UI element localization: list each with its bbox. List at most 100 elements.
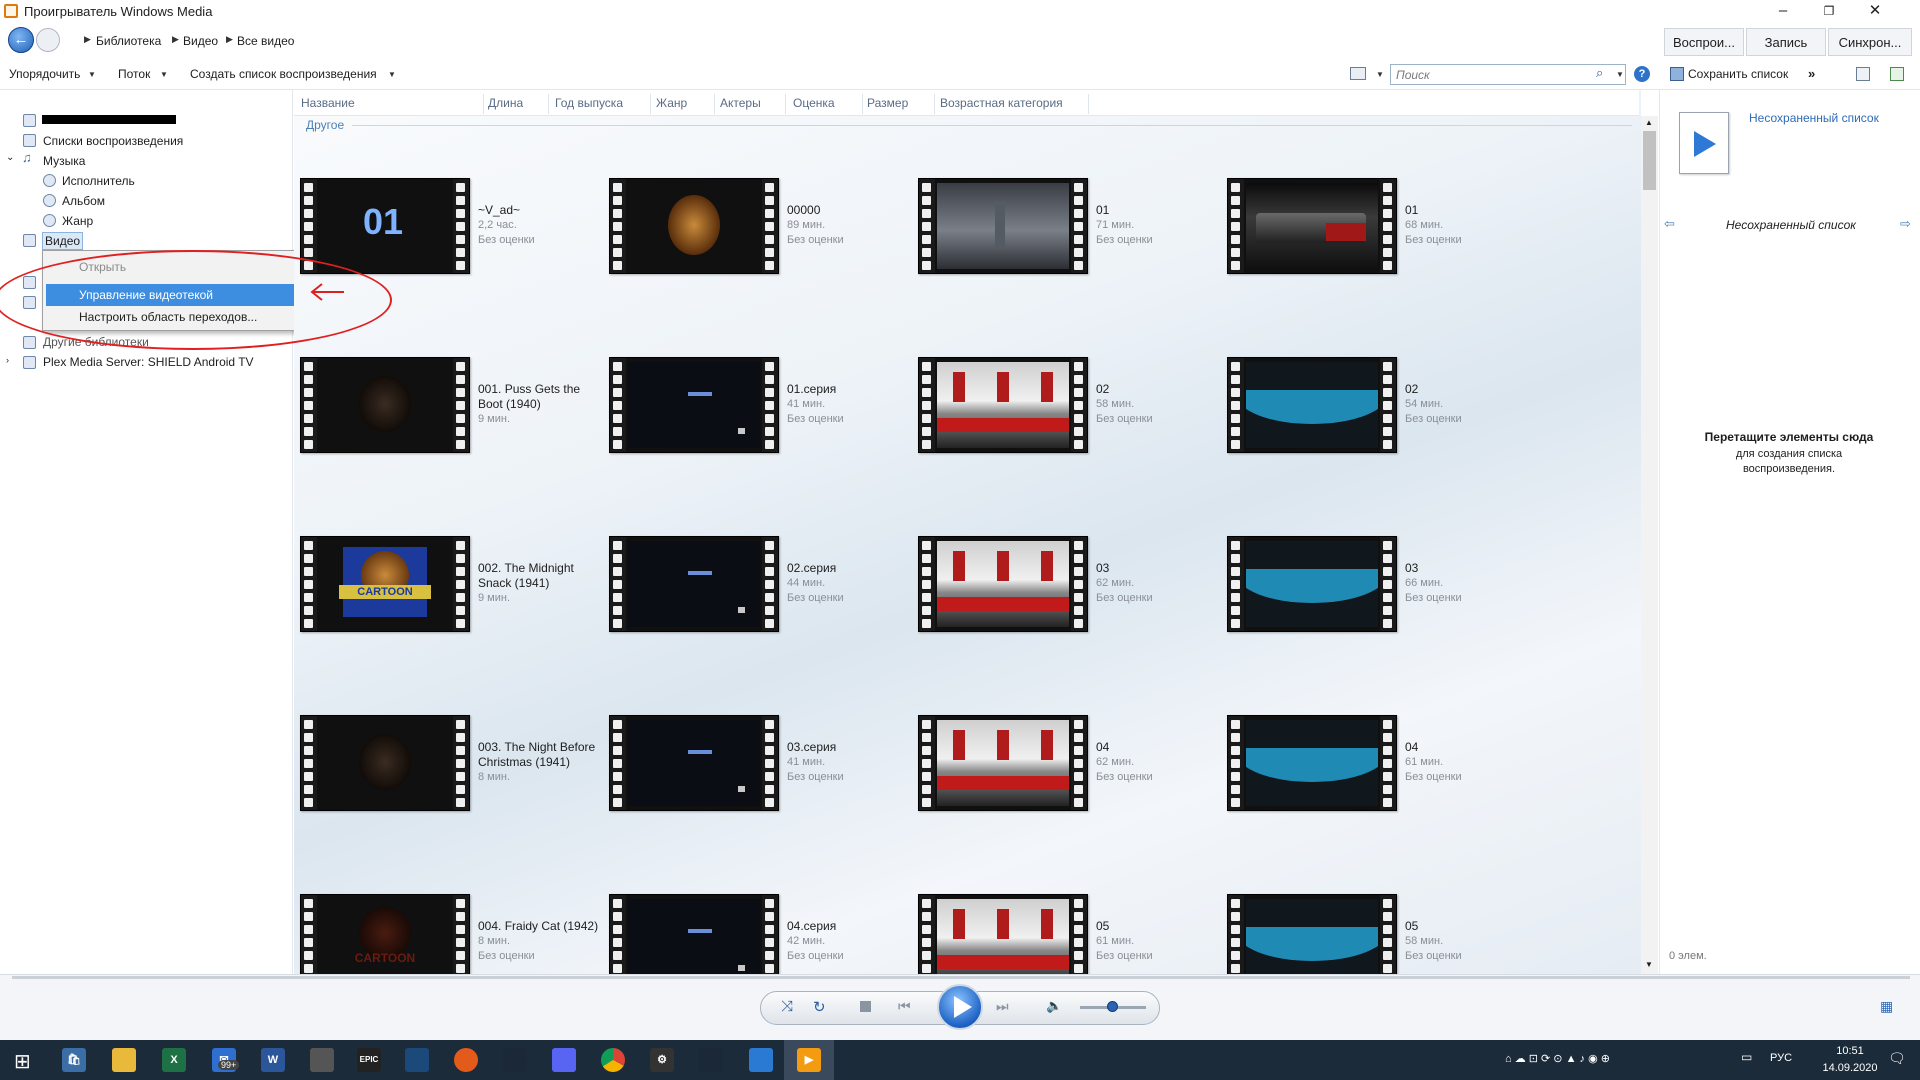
video-title[interactable]: 04 — [1405, 740, 1535, 755]
video-thumbnail[interactable]: 01 — [300, 178, 470, 274]
next-list-icon[interactable]: ⇨ — [1900, 216, 1911, 232]
video-rating[interactable]: Без оценки — [1096, 949, 1226, 964]
video-info[interactable]: 004. Fraidy Cat (1942) 8 мин. Без оценки — [478, 919, 608, 964]
store-icon[interactable]: 🛍 — [62, 1048, 86, 1072]
nav-plex-server[interactable]: Plex Media Server: SHIELD Android TV — [43, 355, 254, 369]
column-size[interactable]: Размер — [867, 96, 908, 110]
video-thumbnail[interactable] — [1227, 715, 1397, 811]
nav-album[interactable]: Альбом — [62, 194, 105, 208]
video-thumbnail[interactable] — [609, 715, 779, 811]
list-options-icon[interactable] — [1856, 67, 1870, 81]
column-title[interactable]: Название — [301, 96, 355, 110]
tab-play[interactable]: Воспрои... — [1664, 28, 1744, 56]
video-thumbnail[interactable] — [918, 357, 1088, 453]
volume-slider-thumb[interactable] — [1107, 1001, 1118, 1012]
switch-to-now-playing-icon[interactable]: ▦ — [1880, 998, 1893, 1015]
discord-icon[interactable] — [552, 1048, 576, 1072]
video-info[interactable]: 00000 89 мин. Без оценки — [787, 203, 917, 248]
video-rating[interactable]: Без оценки — [787, 233, 917, 248]
app-icon[interactable] — [310, 1048, 334, 1072]
video-info[interactable]: 01 68 мин. Без оценки — [1405, 203, 1535, 248]
nav-video[interactable]: Видео — [42, 232, 84, 250]
scrollbar-thumb[interactable] — [1643, 131, 1656, 190]
video-info[interactable]: ~V_ad~ 2,2 час. Без оценки — [478, 203, 608, 248]
app-icon[interactable] — [405, 1048, 429, 1072]
video-thumbnail[interactable] — [918, 715, 1088, 811]
video-rating[interactable]: Без оценки — [787, 949, 917, 964]
shuffle-icon[interactable]: ⤨ — [781, 998, 793, 1015]
create-playlist-menu[interactable]: Создать список воспроизведения — [190, 67, 377, 81]
more-chevron-icon[interactable]: » — [1808, 66, 1815, 81]
back-button[interactable]: ← — [8, 27, 34, 53]
video-info[interactable]: 04.серия 42 мин. Без оценки — [787, 919, 917, 964]
video-title[interactable]: 004. Fraidy Cat (1942) — [478, 919, 608, 934]
tray-time[interactable]: 10:51 — [1820, 1045, 1880, 1057]
video-title[interactable]: 01 — [1096, 203, 1226, 218]
video-info[interactable]: 02 58 мин. Без оценки — [1096, 382, 1226, 427]
stop-icon[interactable] — [860, 1001, 871, 1012]
expand-arrow-icon[interactable]: › — [6, 355, 9, 365]
video-title[interactable]: 01.серия — [787, 382, 917, 397]
column-actors[interactable]: Актеры — [720, 96, 761, 110]
tab-sync[interactable]: Синхрон... — [1828, 28, 1912, 56]
help-icon[interactable]: ? — [1634, 66, 1650, 82]
video-rating[interactable]: Без оценки — [1405, 591, 1535, 606]
next-icon[interactable]: ⏭ — [996, 998, 1009, 1015]
video-title[interactable]: 04 — [1096, 740, 1226, 755]
video-thumbnail[interactable] — [300, 715, 470, 811]
steam-icon[interactable] — [503, 1048, 527, 1072]
epic-games-icon[interactable]: EPIC — [357, 1048, 381, 1072]
video-title[interactable]: 02 — [1405, 382, 1535, 397]
breadcrumb-video[interactable]: Видео — [183, 34, 218, 48]
video-rating[interactable]: Без оценки — [1096, 770, 1226, 785]
video-thumbnail[interactable] — [609, 357, 779, 453]
video-title[interactable]: 02 — [1096, 382, 1226, 397]
nav-genre[interactable]: Жанр — [62, 214, 93, 228]
video-title[interactable]: 01 — [1405, 203, 1535, 218]
video-rating[interactable]: Без оценки — [478, 949, 608, 964]
app-icon[interactable] — [749, 1048, 773, 1072]
video-rating[interactable]: Без оценки — [787, 591, 917, 606]
video-title[interactable]: 001. Puss Gets the Boot (1940) — [478, 382, 608, 412]
close-button[interactable]: ✕ — [1852, 0, 1898, 23]
stream-menu[interactable]: Поток — [118, 67, 150, 81]
organize-menu[interactable]: Упорядочить — [9, 67, 80, 81]
video-title[interactable]: 05 — [1405, 919, 1535, 934]
video-info[interactable]: 01 71 мин. Без оценки — [1096, 203, 1226, 248]
video-info[interactable]: 05 61 мин. Без оценки — [1096, 919, 1226, 964]
checkbox-icon[interactable] — [1890, 67, 1904, 81]
nav-music[interactable]: Музыка — [43, 154, 85, 168]
video-info[interactable]: 03 62 мин. Без оценки — [1096, 561, 1226, 606]
column-genre[interactable]: Жанр — [656, 96, 687, 110]
nav-artist[interactable]: Исполнитель — [62, 174, 135, 188]
start-windows-icon[interactable]: ⊞ — [14, 1049, 31, 1074]
video-info[interactable]: 01.серия 41 мин. Без оценки — [787, 382, 917, 427]
tray-language[interactable]: РУС — [1770, 1052, 1792, 1064]
windows-media-player-icon[interactable]: ▶ — [797, 1048, 821, 1072]
scroll-down-icon[interactable]: ▼ — [1645, 960, 1653, 969]
tray-date[interactable]: 14.09.2020 — [1812, 1062, 1888, 1074]
video-info[interactable]: 003. The Night Before Christmas (1941) 8 … — [478, 740, 608, 785]
breadcrumb-library[interactable]: Библиотека — [96, 34, 161, 48]
restore-button[interactable]: ❐ — [1806, 0, 1852, 23]
video-title[interactable]: 03 — [1405, 561, 1535, 576]
prev-list-icon[interactable]: ⇦ — [1664, 216, 1675, 232]
video-thumbnail[interactable] — [918, 536, 1088, 632]
column-rating[interactable]: Оценка — [793, 96, 835, 110]
video-rating[interactable]: Без оценки — [1096, 233, 1226, 248]
vertical-scrollbar[interactable] — [1641, 116, 1658, 974]
view-options-icon[interactable] — [1350, 67, 1366, 80]
file-explorer-icon[interactable] — [112, 1048, 136, 1072]
video-info[interactable]: 03.серия 41 мин. Без оценки — [787, 740, 917, 785]
excel-icon[interactable]: X — [162, 1048, 186, 1072]
column-year[interactable]: Год выпуска — [555, 96, 623, 110]
previous-icon[interactable]: ⏮ — [898, 998, 911, 1015]
save-list-button[interactable]: Сохранить список — [1688, 67, 1788, 81]
forward-button[interactable] — [36, 28, 60, 52]
volume-icon[interactable]: 🔈 — [1046, 998, 1062, 1014]
steam-icon[interactable] — [699, 1048, 723, 1072]
video-title[interactable]: 02.серия — [787, 561, 917, 576]
chrome-icon[interactable] — [601, 1048, 625, 1072]
video-title[interactable]: 04.серия — [787, 919, 917, 934]
video-info[interactable]: 02 54 мин. Без оценки — [1405, 382, 1535, 427]
